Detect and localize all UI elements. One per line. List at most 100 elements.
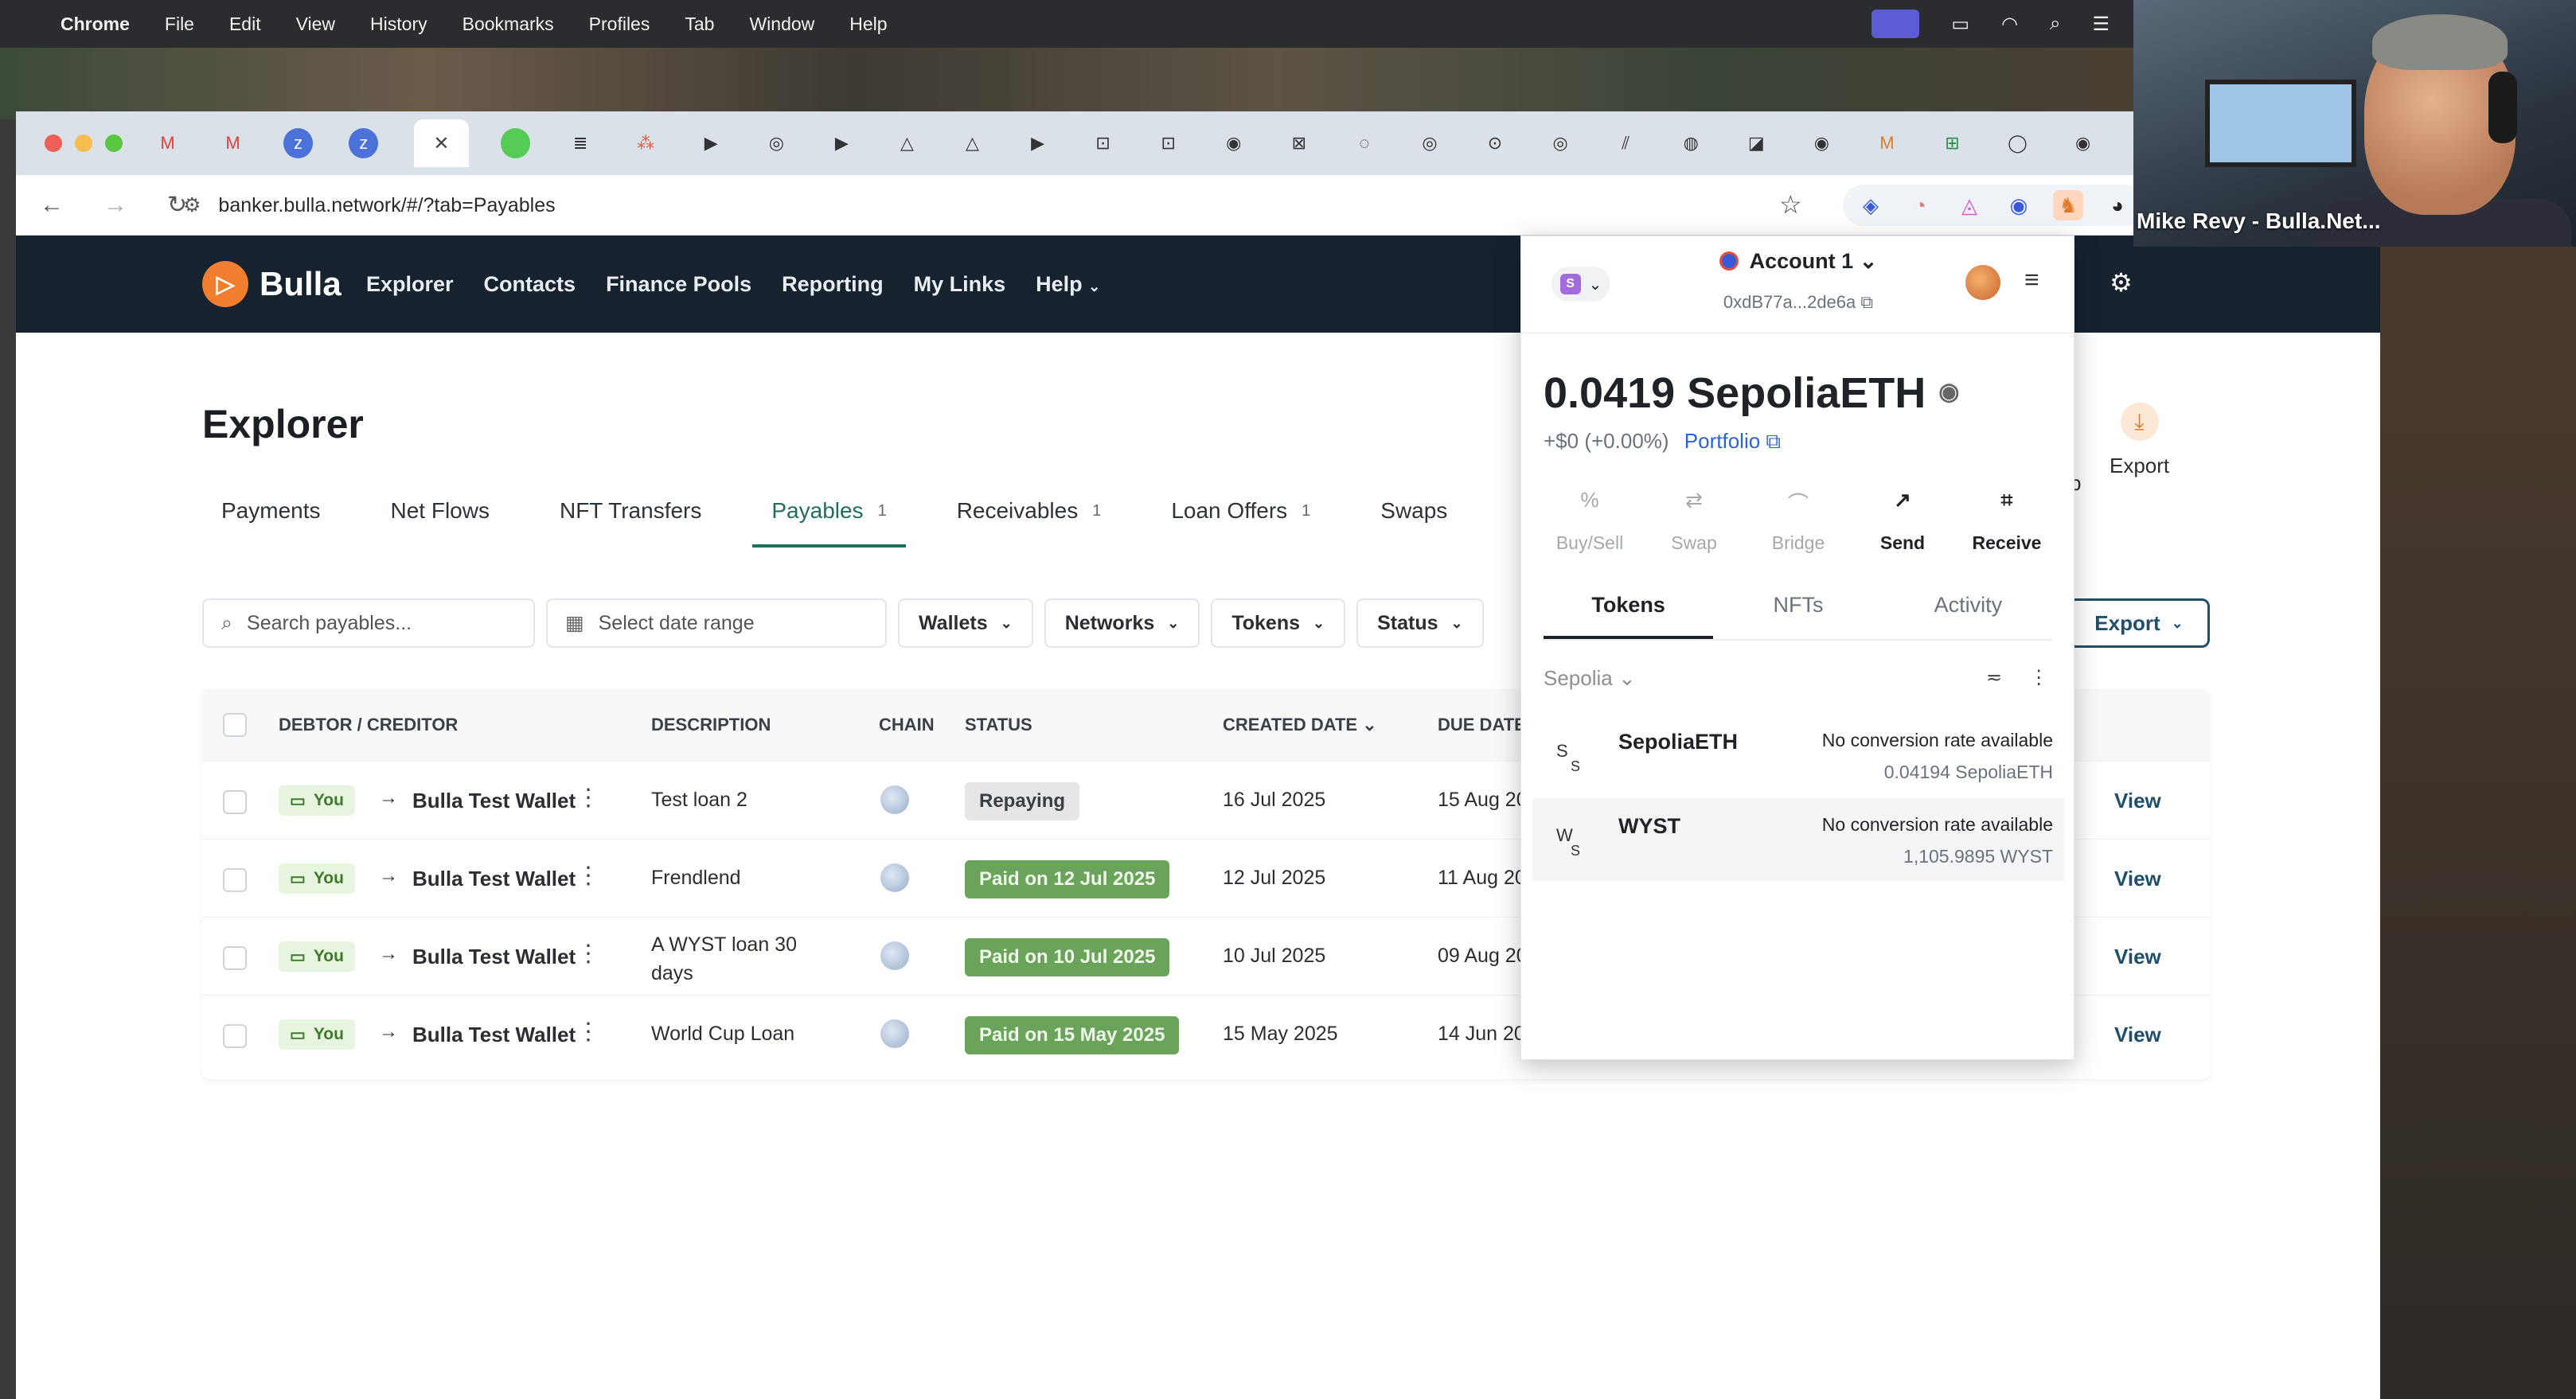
export-action[interactable]: ⤓ Export <box>2110 403 2169 478</box>
buy-sell-button[interactable]: % Buy/Sell <box>1544 488 1636 554</box>
menu-app-name[interactable]: Chrome <box>60 14 130 35</box>
web-tab-icon[interactable]: ◉ <box>1807 128 1836 158</box>
tab-payables[interactable]: Payables 1 <box>752 498 906 548</box>
export-button[interactable]: Export ⌄ <box>2068 598 2210 648</box>
menu-file[interactable]: File <box>165 14 194 35</box>
date-range-picker[interactable]: ▦ Select date range <box>546 598 887 648</box>
site-settings-icon[interactable]: ⚙ <box>183 193 201 217</box>
extension-icon[interactable]: ◈ <box>1856 190 1886 220</box>
tab-nfts[interactable]: NFTs <box>1713 593 1883 639</box>
zoom-tab-icon[interactable]: z <box>349 128 379 158</box>
row-checkbox[interactable] <box>223 1024 247 1048</box>
status-dropdown[interactable]: Status ⌄ <box>1356 598 1484 648</box>
row-checkbox[interactable] <box>223 790 247 814</box>
menu-history[interactable]: History <box>370 14 427 35</box>
fullscreen-window-button[interactable] <box>105 134 123 152</box>
zoom-tab-icon[interactable]: z <box>283 128 314 158</box>
filter-icon[interactable]: ≂ <box>1986 666 2002 689</box>
token-row[interactable]: SS SepoliaETH No conversion rate availab… <box>1532 714 2064 797</box>
row-checkbox[interactable] <box>223 868 247 892</box>
web-tab-icon[interactable]: ⊠ <box>1284 128 1313 158</box>
menu-help[interactable]: Help <box>849 14 887 35</box>
metamask-extension-icon[interactable]: ♞ <box>2053 190 2083 220</box>
nav-my-links[interactable]: My Links <box>914 272 1006 297</box>
youtube-tab-icon[interactable]: ▶ <box>827 128 857 158</box>
menu-view[interactable]: View <box>296 14 335 35</box>
menu-tab[interactable]: Tab <box>685 14 714 35</box>
menu-edit[interactable]: Edit <box>229 14 261 35</box>
nav-help[interactable]: Help ⌄ <box>1036 272 1100 297</box>
menu-bookmarks[interactable]: Bookmarks <box>463 14 554 35</box>
web-tab-icon[interactable]: ◎ <box>762 128 791 158</box>
copy-icon[interactable]: ⧉ <box>1860 292 1873 312</box>
battery-icon[interactable]: ▭ <box>1951 13 1969 36</box>
forward-icon[interactable]: → <box>103 192 135 219</box>
tab-swaps[interactable]: Swaps <box>1361 498 1466 544</box>
url-input[interactable]: ⚙ banker.bulla.network/#/?tab=Payables <box>183 185 1831 226</box>
view-link[interactable]: View <box>2114 1023 2161 1047</box>
spotify-tab-icon[interactable] <box>500 128 530 158</box>
tab-nft-transfers[interactable]: NFT Transfers <box>541 498 720 544</box>
tab-loan-offers[interactable]: Loan Offers 1 <box>1152 498 1329 544</box>
github-tab-icon[interactable]: ◯ <box>2003 128 2032 158</box>
column-header-party[interactable]: DEBTOR / CREDITOR <box>279 715 458 735</box>
linear-tab-icon[interactable]: ⫽ <box>1611 128 1641 158</box>
send-button[interactable]: ↗ Send <box>1856 488 1949 554</box>
web-tab-icon[interactable]: ◎ <box>1546 128 1575 158</box>
network-filter[interactable]: Sepolia ⌄ <box>1544 666 1636 691</box>
web-tab-icon[interactable]: ◎ <box>1415 128 1444 158</box>
hamburger-menu-icon[interactable]: ≡ <box>2024 265 2039 294</box>
web-tab-icon[interactable]: ◍ <box>1676 128 1706 158</box>
web-tab-icon[interactable]: ◉ <box>2068 128 2098 158</box>
portfolio-link[interactable]: Portfolio ⧉ <box>1684 429 1781 453</box>
menu-profiles[interactable]: Profiles <box>589 14 650 35</box>
gmail-tab-icon[interactable]: M <box>153 128 182 158</box>
minimize-window-button[interactable] <box>75 134 92 152</box>
sheets-tab-icon[interactable]: ⊞ <box>1938 128 1967 158</box>
token-row[interactable]: WS WYST No conversion rate available 1,1… <box>1532 798 2064 881</box>
youtube-tab-icon[interactable]: ▶ <box>697 128 726 158</box>
document-tab-icon[interactable]: ≣ <box>566 128 595 158</box>
gear-icon[interactable]: ⚙ <box>2110 267 2133 298</box>
web-tab-icon[interactable]: ◪ <box>1742 128 1771 158</box>
extension-icon[interactable]: ◔ <box>1905 190 1935 220</box>
tab-net-flows[interactable]: Net Flows <box>372 498 509 544</box>
swap-button[interactable]: ⇄ Swap <box>1648 488 1740 554</box>
web-tab-icon[interactable]: ⊙ <box>1480 128 1509 158</box>
tokens-dropdown[interactable]: Tokens ⌄ <box>1211 598 1346 648</box>
select-all-checkbox[interactable] <box>223 713 247 737</box>
connected-site-icon[interactable] <box>1965 265 2000 300</box>
back-icon[interactable]: ← <box>40 192 72 219</box>
bridge-button[interactable]: ⌒ Bridge <box>1752 488 1844 554</box>
tab-payments[interactable]: Payments <box>202 498 340 544</box>
youtube-tab-icon[interactable]: ▶ <box>1023 128 1052 158</box>
wifi-icon[interactable]: ◠ <box>2001 13 2018 36</box>
more-options-icon[interactable]: ⋮ <box>576 784 600 812</box>
spotlight-search-icon[interactable]: ⌕ <box>2050 13 2060 35</box>
wallets-dropdown[interactable]: Wallets ⌄ <box>898 598 1033 648</box>
more-options-icon[interactable]: ⋮ <box>2029 666 2048 689</box>
active-tab[interactable]: ✕ <box>414 119 469 167</box>
receive-button[interactable]: ⌗ Receive <box>1961 488 2053 554</box>
bookmark-star-icon[interactable]: ☆ <box>1779 189 1802 220</box>
web-tab-icon[interactable]: ◌ <box>1349 128 1379 158</box>
tab-tokens[interactable]: Tokens <box>1544 593 1714 639</box>
view-link[interactable]: View <box>2114 867 2161 891</box>
close-window-button[interactable] <box>45 134 62 152</box>
drive-tab-icon[interactable]: △ <box>892 128 922 158</box>
menu-window[interactable]: Window <box>749 14 814 35</box>
bulla-logo[interactable]: ▷ Bulla <box>202 261 342 307</box>
control-center-icon[interactable]: ☰ <box>2092 13 2110 36</box>
column-header-created[interactable]: CREATED DATE ⌄ <box>1223 715 1377 735</box>
tab-receivables[interactable]: Receivables 1 <box>938 498 1121 544</box>
screen-share-icon[interactable] <box>1872 10 1920 38</box>
metamask-tab-icon[interactable]: M <box>1872 128 1902 158</box>
extension-icon[interactable]: ◬ <box>1954 190 1985 220</box>
more-options-icon[interactable]: ⋮ <box>576 862 600 890</box>
gmail-tab-icon[interactable]: M <box>218 128 248 158</box>
nav-explorer[interactable]: Explorer <box>366 272 454 297</box>
nav-reporting[interactable]: Reporting <box>782 272 884 297</box>
extension-icon[interactable]: ◉ <box>2004 190 2034 220</box>
close-tab-icon[interactable]: ✕ <box>433 132 449 155</box>
web-tab-icon[interactable]: ⊡ <box>1088 128 1118 158</box>
